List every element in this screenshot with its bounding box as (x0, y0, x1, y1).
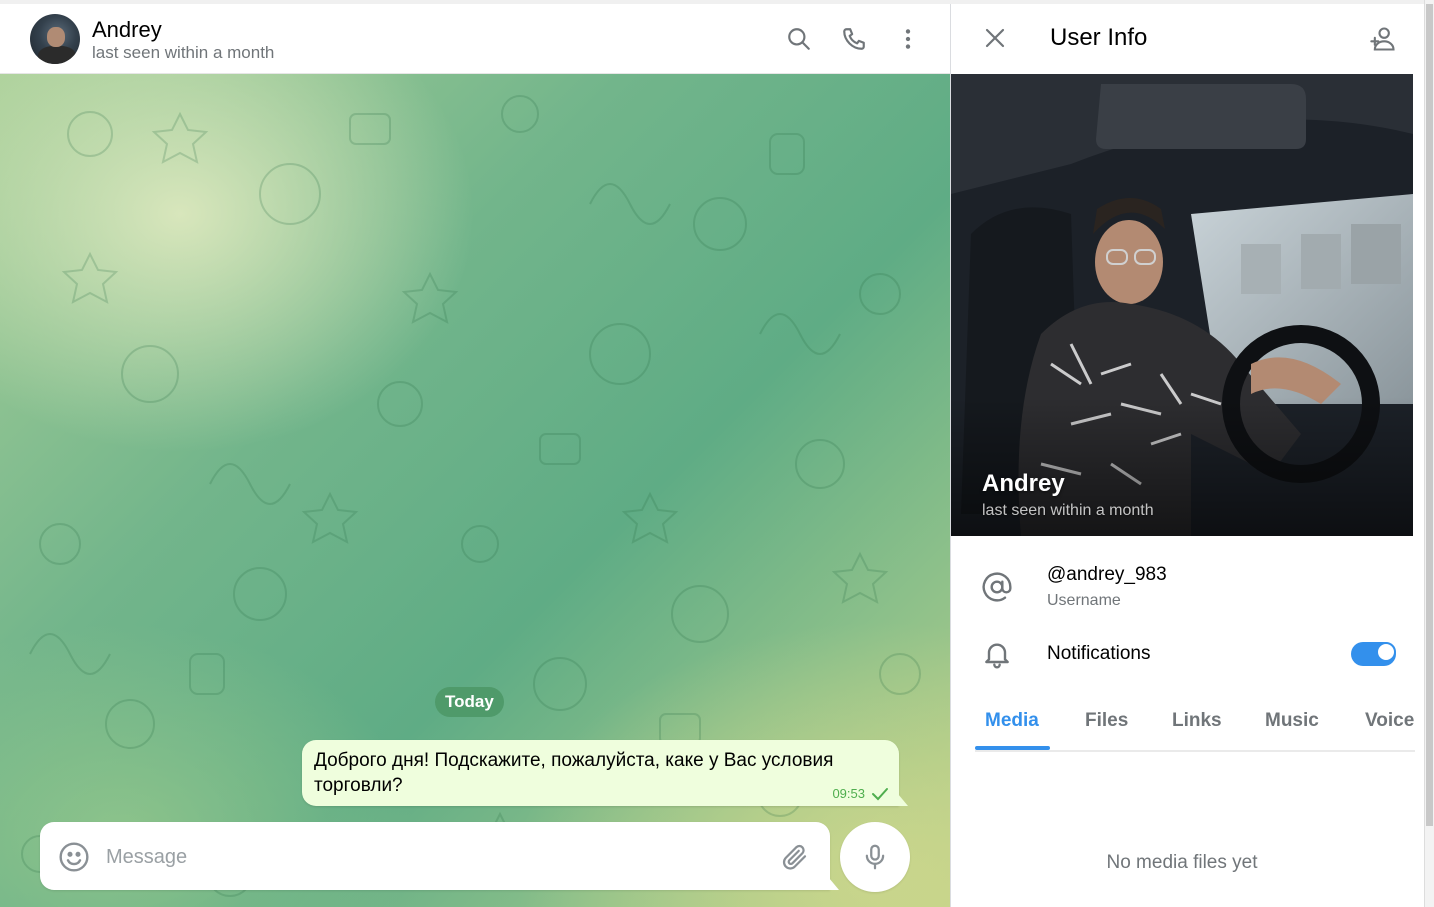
tab-links[interactable]: Links (1172, 710, 1222, 732)
tab-music[interactable]: Music (1265, 710, 1319, 732)
message-meta: 09:53 (832, 786, 889, 801)
voice-record-button[interactable] (840, 822, 910, 892)
paperclip-icon (782, 844, 807, 870)
notifications-toggle[interactable] (1351, 642, 1396, 666)
sent-check-icon (872, 787, 888, 800)
media-tabs: Media Files Links Music Voice (975, 704, 1415, 752)
more-vertical-icon (905, 29, 911, 49)
active-tab-indicator (975, 746, 1050, 750)
window-scrollbar[interactable] (1424, 0, 1434, 907)
tab-media[interactable]: Media (985, 710, 1039, 732)
profile-status: last seen within a month (982, 502, 1154, 519)
tab-voice[interactable]: Voice (1365, 710, 1414, 732)
profile-photo[interactable]: Andrey last seen within a month (951, 74, 1413, 536)
phone-icon (843, 28, 865, 50)
add-contact-button[interactable] (1365, 21, 1401, 57)
close-button[interactable] (977, 20, 1013, 56)
tab-files[interactable]: Files (1085, 710, 1128, 732)
profile-photo-image (951, 74, 1413, 536)
username-value[interactable]: @andrey_983 (1047, 564, 1167, 586)
date-separator: Today (435, 687, 504, 717)
peer-status: last seen within a month (92, 43, 275, 62)
message-time: 09:53 (832, 786, 865, 801)
empty-state-text: No media files yet (1106, 852, 1258, 873)
message-composer (40, 822, 839, 890)
panel-title: User Info (1050, 24, 1148, 51)
message-text: Доброго дня! Подскажите, пожалуйста, как… (314, 750, 834, 796)
user-info-panel: User Info Andrey last seen within a mont… (950, 4, 1424, 907)
chat-area: Andrey last seen within a month Today До… (0, 4, 950, 907)
chat-header: Andrey last seen within a month (0, 4, 950, 74)
avatar[interactable] (30, 14, 80, 64)
message-input[interactable] (104, 836, 748, 878)
emoji-button[interactable] (58, 841, 90, 873)
at-sign-icon (982, 572, 1012, 602)
smile-icon (59, 842, 89, 872)
call-button[interactable] (836, 21, 872, 57)
profile-name: Andrey (982, 470, 1065, 497)
notifications-label: Notifications (1047, 643, 1151, 664)
search-button[interactable] (781, 21, 817, 57)
add-user-icon (1370, 27, 1395, 51)
bell-icon (985, 643, 1009, 669)
microphone-icon (865, 844, 885, 870)
peer-name[interactable]: Andrey (92, 17, 162, 43)
message-bubble[interactable]: Доброго дня! Подскажите, пожалуйста, как… (302, 740, 908, 806)
username-label: Username (1047, 592, 1121, 609)
more-button[interactable] (890, 21, 926, 57)
search-icon (788, 28, 810, 50)
close-icon (985, 28, 1005, 48)
attach-button[interactable] (780, 842, 810, 872)
